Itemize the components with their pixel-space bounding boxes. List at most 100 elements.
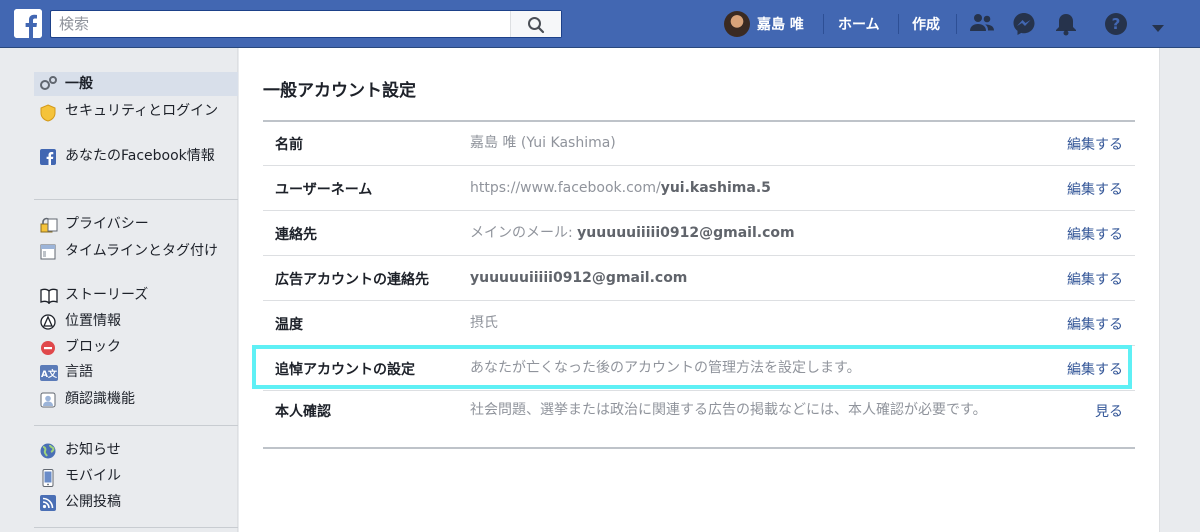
profile-link[interactable]: 嘉島 唯: [724, 10, 804, 38]
row-value-emphasis: yui.kashima.5: [660, 180, 771, 196]
facebook-logo-icon[interactable]: [14, 9, 42, 38]
shield-icon: [40, 104, 56, 122]
lock-icon: [40, 217, 58, 233]
row-value-text: 社会問題、選挙または政治に関連する広告の掲載などには、本人確認が必要です。: [470, 402, 987, 418]
home-link[interactable]: ホーム: [838, 14, 880, 34]
language-icon: A文: [40, 365, 58, 381]
sidebar-item-timeline-tagging[interactable]: タイムラインとタグ付け: [34, 241, 238, 261]
sidebar-item-public-posts[interactable]: 公開投稿: [34, 492, 238, 512]
sidebar-item-your-facebook-information[interactable]: あなたのFacebook情報: [34, 146, 238, 166]
row-label: ユーザーネーム: [275, 182, 373, 198]
row-label: 温度: [275, 317, 303, 333]
sidebar-item-security-login[interactable]: セキュリティとログイン: [34, 101, 238, 122]
settings-table: 名前 嘉島 唯 (Yui Kashima) 編集する ユーザーネーム https…: [263, 120, 1135, 450]
search-box: [50, 10, 562, 38]
sidebar-item-mobile[interactable]: モバイル: [34, 466, 238, 487]
sidebar-item-language[interactable]: A文 言語: [34, 362, 238, 382]
settings-row-name[interactable]: 名前 嘉島 唯 (Yui Kashima) 編集する: [263, 122, 1135, 166]
search-input[interactable]: [51, 11, 511, 37]
row-label: 本人確認: [275, 404, 331, 420]
row-label: 名前: [275, 137, 303, 153]
sidebar-item-general[interactable]: 一般: [34, 72, 238, 96]
view-link[interactable]: 見る: [1095, 401, 1123, 421]
sidebar-item-blocking[interactable]: ブロック: [34, 337, 238, 357]
create-link[interactable]: 作成: [912, 14, 940, 34]
book-icon: [40, 288, 58, 305]
edit-link[interactable]: 編集する: [1067, 224, 1123, 244]
user-name: 嘉島 唯: [757, 17, 804, 33]
settings-row-username[interactable]: ユーザーネーム https://www.facebook.com/yui.kas…: [263, 166, 1135, 211]
edit-link[interactable]: 編集する: [1067, 314, 1123, 334]
sidebar-item-label: お知らせ: [65, 442, 121, 458]
search-button[interactable]: [510, 11, 561, 37]
row-label: 広告アカウントの連絡先: [275, 272, 429, 288]
row-value-emphasis: yuuuuuiiiii0912@gmail.com: [577, 225, 795, 241]
sidebar-item-stories[interactable]: ストーリーズ: [34, 285, 238, 305]
settings-content: 一般アカウント設定 名前 嘉島 唯 (Yui Kashima) 編集する ユーザ…: [239, 48, 1159, 532]
mobile-icon: [40, 469, 56, 487]
gear-icon: [40, 75, 57, 91]
sidebar-item-label: セキュリティとログイン: [65, 103, 219, 119]
sidebar-item-label: 一般: [65, 76, 93, 92]
sidebar-item-label: 位置情報: [65, 313, 121, 329]
top-navigation-bar: 嘉島 唯 ホーム 作成 ?: [0, 0, 1200, 48]
settings-row-temperature[interactable]: 温度 摂氏 編集する: [263, 301, 1135, 346]
sidebar-divider: [34, 199, 238, 200]
row-value-text: メインのメール:: [470, 225, 578, 241]
sidebar-item-label: ブロック: [65, 339, 121, 355]
row-value: 社会問題、選挙または政治に関連する広告の掲載などには、本人確認が必要です。: [470, 400, 990, 421]
row-value: 摂氏: [470, 313, 990, 334]
settings-row-identity-confirmation[interactable]: 本人確認 社会問題、選挙または政治に関連する広告の掲載などには、本人確認が必要で…: [263, 391, 1135, 450]
rss-icon: [40, 495, 56, 511]
sidebar-item-label: 言語: [65, 364, 93, 380]
location-icon: [40, 314, 56, 330]
row-value-text: https://www.facebook.com/: [470, 180, 661, 196]
timeline-icon: [40, 244, 56, 260]
sidebar-item-label: モバイル: [65, 468, 121, 484]
edit-link[interactable]: 編集する: [1067, 179, 1123, 199]
row-value-text: 嘉島 唯 (Yui Kashima): [470, 135, 616, 151]
nav-divider: [823, 14, 824, 34]
sidebar-item-label: タイムラインとタグ付け: [65, 243, 219, 259]
sidebar-item-privacy[interactable]: プライバシー: [34, 214, 238, 234]
messenger-icon[interactable]: [1012, 12, 1036, 40]
page-title: 一般アカウント設定: [263, 81, 416, 101]
row-value: あなたが亡くなった後のアカウントの管理方法を設定します。: [470, 358, 990, 379]
sidebar-item-label: ストーリーズ: [65, 287, 149, 303]
sidebar-item-label: プライバシー: [65, 216, 149, 232]
right-margin: [1159, 48, 1200, 532]
sidebar-item-label: 公開投稿: [65, 494, 121, 510]
sidebar-item-label: 顔認識機能: [65, 391, 135, 407]
settings-row-contact[interactable]: 連絡先 メインのメール: yuuuuuiiiii0912@gmail.com 編…: [263, 211, 1135, 256]
block-icon: [40, 340, 56, 356]
row-value: yuuuuuiiiii0912@gmail.com: [470, 268, 990, 289]
chevron-down-icon[interactable]: [1151, 19, 1165, 38]
row-value-text: あなたが亡くなった後のアカウントの管理方法を設定します。: [470, 360, 861, 376]
row-label: 連絡先: [275, 227, 317, 243]
row-value: 嘉島 唯 (Yui Kashima): [470, 133, 990, 154]
notifications-icon[interactable]: [1055, 12, 1077, 40]
table-bottom-border: [263, 447, 1135, 449]
friends-icon[interactable]: [970, 12, 994, 38]
svg-text:A文: A文: [41, 368, 58, 380]
sidebar-item-location[interactable]: 位置情報: [34, 311, 238, 331]
avatar: [724, 11, 750, 37]
help-icon[interactable]: ?: [1104, 12, 1128, 40]
face-recognition-icon: [40, 392, 56, 408]
settings-row-ad-account-contact[interactable]: 広告アカウントの連絡先 yuuuuuiiiii0912@gmail.com 編集…: [263, 256, 1135, 301]
sidebar-item-notifications[interactable]: お知らせ: [34, 440, 238, 460]
edit-link[interactable]: 編集する: [1067, 359, 1123, 379]
nav-divider: [898, 14, 899, 34]
sidebar-item-label: あなたのFacebook情報: [65, 148, 215, 164]
row-label: 追悼アカウントの設定: [275, 362, 415, 378]
search-icon: [528, 17, 545, 34]
edit-link[interactable]: 編集する: [1067, 269, 1123, 289]
svg-text:?: ?: [1112, 15, 1121, 33]
settings-row-memorialization[interactable]: 追悼アカウントの設定 あなたが亡くなった後のアカウントの管理方法を設定します。 …: [263, 346, 1135, 391]
globe-icon: [40, 443, 56, 459]
edit-link[interactable]: 編集する: [1067, 134, 1123, 154]
row-value: メインのメール: yuuuuuiiiii0912@gmail.com: [470, 223, 990, 244]
nav-divider: [956, 14, 957, 34]
sidebar-divider: [34, 527, 238, 528]
sidebar-item-face-recognition[interactable]: 顔認識機能: [34, 389, 238, 409]
